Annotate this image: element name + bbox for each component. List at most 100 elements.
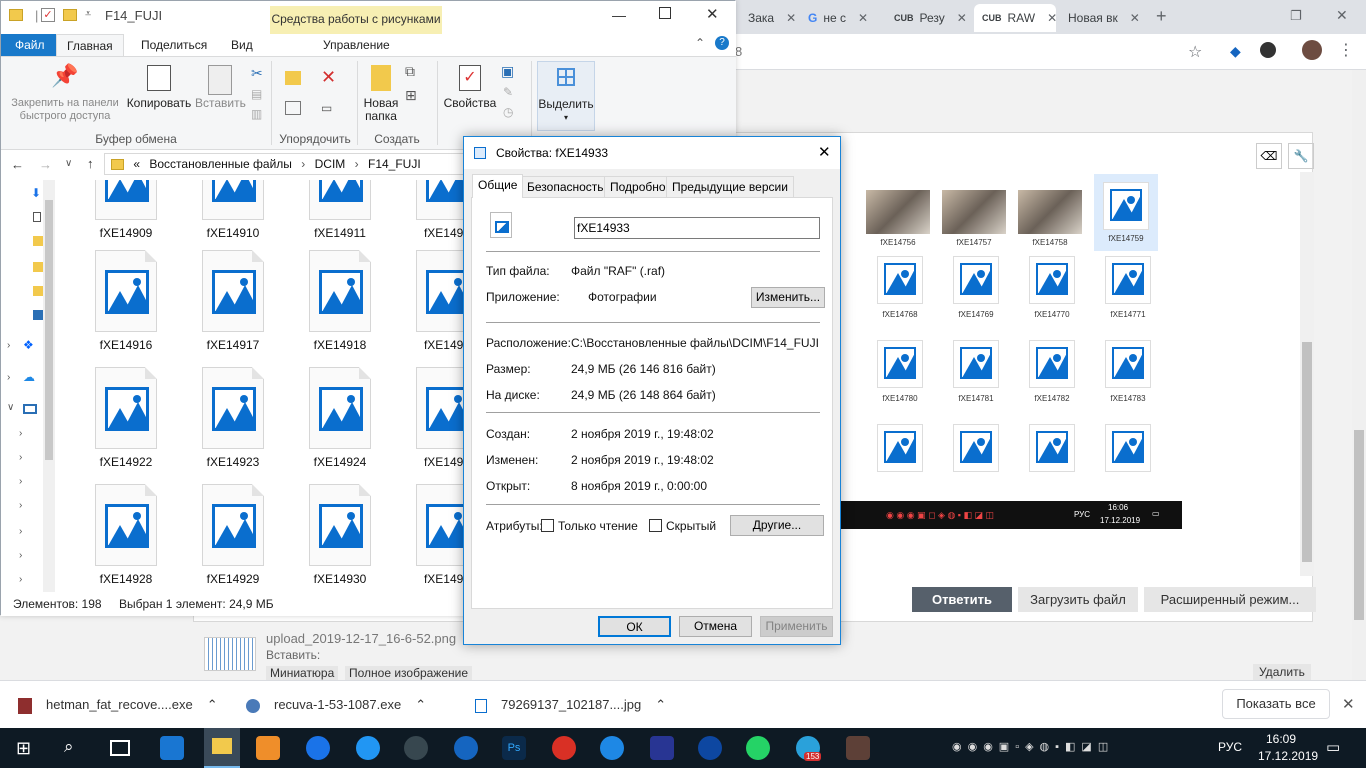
- extension-icon[interactable]: ◆: [1230, 43, 1241, 60]
- file-item[interactable]: fXE14922: [76, 367, 176, 469]
- media-player-icon[interactable]: [256, 736, 280, 760]
- close-button[interactable]: ✕: [818, 137, 831, 169]
- onedrive-icon[interactable]: ☁: [23, 370, 35, 384]
- back-button[interactable]: ←: [11, 157, 24, 172]
- expand-chevron-icon[interactable]: ›: [19, 500, 22, 511]
- copy-path-icon[interactable]: ▤: [251, 87, 262, 101]
- new-tab-button[interactable]: +: [1156, 6, 1167, 27]
- move-to-icon[interactable]: [285, 71, 301, 85]
- copy-button[interactable]: Копировать: [125, 65, 193, 110]
- close-tab-icon[interactable]: ✕: [957, 11, 967, 25]
- hidden-checkbox[interactable]: [649, 519, 662, 532]
- tab-home[interactable]: Главная: [56, 34, 124, 56]
- show-all-button[interactable]: Показать все: [1222, 689, 1330, 719]
- pin-quick-access-button[interactable]: 📌 Закрепить на панели быстрого доступа: [7, 65, 123, 123]
- expand-chevron-icon[interactable]: ›: [7, 340, 10, 351]
- itunes-icon[interactable]: [454, 736, 478, 760]
- atom-icon[interactable]: [698, 736, 722, 760]
- scrollbar-thumb[interactable]: [45, 200, 53, 460]
- folder-icon[interactable]: [33, 310, 43, 320]
- notification-icon[interactable]: ▭: [1326, 738, 1340, 756]
- rename-icon[interactable]: ▭: [321, 101, 332, 115]
- history-icon[interactable]: ◷: [503, 105, 513, 119]
- breadcrumb-item[interactable]: DCIM: [315, 157, 346, 171]
- tab-previous-versions[interactable]: Предыдущие версии: [666, 176, 794, 197]
- quick-access-icon[interactable]: ⬇: [31, 186, 41, 200]
- explorer-taskbar-button[interactable]: [204, 728, 240, 768]
- delete-attachment-button[interactable]: Удалить: [1253, 664, 1311, 680]
- folder-icon[interactable]: [33, 286, 43, 296]
- nav-scrollbar[interactable]: [43, 180, 55, 592]
- insert-thumbnail-button[interactable]: Миниатюра: [266, 666, 339, 680]
- expand-chevron-icon[interactable]: ›: [19, 428, 22, 439]
- cloud-app-icon[interactable]: [356, 736, 380, 760]
- file-item[interactable]: fXE14924: [290, 367, 390, 469]
- help-icon[interactable]: ?: [715, 36, 729, 50]
- expand-chevron-icon[interactable]: ›: [19, 550, 22, 561]
- task-view-icon[interactable]: [110, 740, 130, 756]
- breadcrumb-overflow[interactable]: «: [133, 157, 140, 171]
- file-item[interactable]: fXE14911: [290, 180, 390, 240]
- clock-app-icon[interactable]: [404, 736, 428, 760]
- reply-button[interactable]: Ответить: [912, 587, 1012, 612]
- clock-time[interactable]: 16:09: [1266, 732, 1296, 746]
- wrench-icon[interactable]: 🔧: [1288, 143, 1314, 169]
- download-item[interactable]: hetman_fat_recove....exe ⌃: [18, 681, 224, 729]
- dropbox-icon[interactable]: ❖: [23, 338, 34, 352]
- file-item[interactable]: fXE14916: [76, 250, 176, 352]
- tab-view[interactable]: Вид: [221, 34, 263, 56]
- restore-window-button[interactable]: ❐: [1290, 8, 1302, 24]
- recent-dropdown-icon[interactable]: ∨: [65, 158, 72, 169]
- forward-button[interactable]: →: [39, 157, 52, 172]
- chrome-tab-5[interactable]: Новая вк ✕: [1060, 4, 1142, 32]
- properties-qat-icon[interactable]: ✓: [41, 8, 55, 22]
- editor-scrollbar[interactable]: [1300, 172, 1314, 576]
- close-window-button[interactable]: ✕: [1336, 7, 1348, 24]
- menu-kebab-icon[interactable]: ⋮: [1338, 40, 1354, 60]
- copy-to-icon[interactable]: [285, 101, 301, 115]
- easy-access-icon[interactable]: ⊞: [405, 87, 417, 104]
- tab-security[interactable]: Безопасность: [521, 176, 610, 197]
- sync-app-icon[interactable]: [600, 736, 624, 760]
- file-item[interactable]: fXE14930: [290, 484, 390, 586]
- close-tab-icon[interactable]: ✕: [786, 11, 796, 25]
- chevron-up-icon[interactable]: ⌃: [655, 697, 666, 712]
- file-item[interactable]: fXE14923: [183, 367, 283, 469]
- scrollbar-thumb[interactable]: [1354, 430, 1364, 620]
- edit-icon[interactable]: ✎: [503, 85, 513, 99]
- photoshop-icon[interactable]: Ps: [502, 736, 526, 760]
- tab-general[interactable]: Общие: [472, 174, 524, 198]
- readonly-checkbox[interactable]: [541, 519, 554, 532]
- tab-share[interactable]: Поделиться: [131, 34, 217, 56]
- cancel-button[interactable]: Отмена: [679, 616, 752, 637]
- search-icon[interactable]: ⌕: [64, 737, 74, 757]
- bookmark-star-icon[interactable]: ☆: [1188, 42, 1202, 62]
- paste-shortcut-icon[interactable]: ▥: [251, 107, 262, 121]
- expand-chevron-icon[interactable]: ›: [19, 476, 22, 487]
- collapse-ribbon-icon[interactable]: ⌃: [695, 36, 705, 50]
- folder-icon[interactable]: [33, 236, 43, 246]
- chrome-tab-3[interactable]: CUB Резу ✕: [886, 4, 968, 32]
- close-downloads-icon[interactable]: ✕: [1342, 695, 1355, 713]
- maximize-button[interactable]: [659, 7, 671, 19]
- download-item[interactable]: recuva-1-53-1087.exe ⌃: [246, 681, 442, 729]
- file-item[interactable]: fXE14917: [183, 250, 283, 352]
- close-tab-icon[interactable]: ✕: [1047, 11, 1056, 25]
- minimize-button[interactable]: —: [612, 7, 626, 23]
- file-item[interactable]: fXE14928: [76, 484, 176, 586]
- close-button[interactable]: ✕: [706, 5, 719, 23]
- new-folder-button[interactable]: Новая папка: [361, 65, 401, 123]
- breadcrumb-item[interactable]: Восстановленные файлы: [149, 157, 292, 171]
- chrome-tab-2[interactable]: Gне с ✕: [800, 4, 880, 32]
- other-attributes-button[interactable]: Другие...: [730, 515, 824, 536]
- extension-w-icon[interactable]: [1260, 42, 1276, 58]
- this-pc-icon[interactable]: [23, 404, 37, 414]
- app-x-icon[interactable]: [650, 736, 674, 760]
- chrome-icon[interactable]: [552, 736, 576, 760]
- collapse-chevron-icon[interactable]: ∨: [7, 402, 14, 413]
- filename-input[interactable]: fXE14933: [574, 217, 820, 239]
- address-box[interactable]: « Восстановленные файлы › DCIM › F14_FUJ…: [104, 153, 464, 175]
- open-icon[interactable]: ▣: [501, 63, 514, 80]
- close-tab-icon[interactable]: ✕: [1130, 11, 1140, 25]
- download-item[interactable]: 79269137_102187....jpg ⌃: [475, 681, 671, 729]
